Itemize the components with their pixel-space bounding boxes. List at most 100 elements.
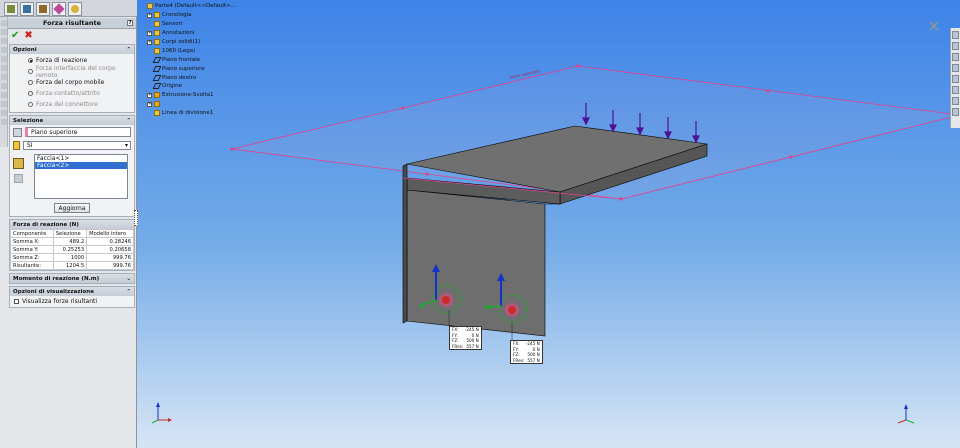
history-icon bbox=[154, 12, 160, 19]
plane-icon bbox=[152, 74, 162, 81]
radio-icon bbox=[28, 58, 33, 63]
expand-icon[interactable]: + bbox=[147, 101, 152, 107]
forum-icon[interactable] bbox=[952, 108, 959, 116]
faces-listbox[interactable]: Faccia<1> Faccia<2> bbox=[34, 154, 128, 199]
feature-icon bbox=[154, 92, 160, 99]
update-button[interactable]: Aggiorna bbox=[54, 203, 90, 213]
expand-icon[interactable]: + bbox=[147, 39, 152, 45]
face-select-icon bbox=[13, 158, 24, 169]
tab-dimxpert[interactable] bbox=[52, 2, 66, 16]
feature-icon bbox=[154, 101, 160, 108]
reaction-force-header[interactable]: Forza di reazione (N) bbox=[10, 220, 134, 229]
display-icon bbox=[71, 5, 79, 13]
table-row: Somma Z: 1000 999.76 bbox=[10, 253, 134, 262]
task-pane-tabs bbox=[950, 28, 960, 128]
force-label-left: FX: -245 N FY: 0 N FZ: 500 N FRes: 557 N bbox=[449, 326, 482, 351]
checkbox[interactable] bbox=[14, 299, 19, 304]
tree-node[interactable]: Piano superiore bbox=[147, 64, 236, 73]
tab-property-manager[interactable] bbox=[20, 2, 34, 16]
view-triad-left bbox=[151, 402, 172, 424]
resources-icon[interactable] bbox=[952, 31, 959, 39]
units-dropdown[interactable]: SI ▾ bbox=[23, 141, 131, 150]
show-resultant-checkbox-row[interactable]: Visualizza forze risultanti bbox=[10, 296, 134, 307]
plane-icon bbox=[152, 56, 162, 63]
options-group: Opzioni ⌃ Forza di reazione Forza interfa… bbox=[9, 44, 135, 113]
tree-node[interactable]: + Corpi solidi(1) bbox=[147, 38, 236, 47]
selection-header[interactable]: Selezione ⌃ bbox=[10, 116, 134, 125]
appearances-icon[interactable] bbox=[952, 75, 959, 83]
ok-cancel-row: ✔ ✖ bbox=[8, 29, 136, 42]
plane-icon bbox=[152, 65, 162, 72]
design-library-icon[interactable] bbox=[952, 42, 959, 50]
tree-node[interactable]: + Cronologia bbox=[147, 11, 236, 20]
tree-node[interactable]: Piano destro bbox=[147, 73, 236, 82]
reaction-moment-group: Momento di reazione (N.m) ⌄ bbox=[9, 273, 135, 284]
expand-icon[interactable]: + bbox=[147, 12, 152, 18]
expand-icon[interactable]: + bbox=[147, 92, 152, 98]
list-item[interactable]: Faccia<1> bbox=[35, 155, 127, 162]
table-row: Somma Y: 0.25253 0.20658 bbox=[10, 245, 134, 254]
view-triad-right bbox=[897, 404, 915, 424]
tree-node[interactable]: Origine bbox=[147, 82, 236, 91]
file-explorer-icon[interactable] bbox=[952, 53, 959, 61]
radio-icon bbox=[28, 80, 33, 85]
reaction-force-table: Componente Selezione Modello intero Somm… bbox=[10, 229, 134, 270]
reaction-moment-header[interactable]: Momento di reazione (N.m) ⌄ bbox=[10, 274, 134, 283]
table-header-row: Componente Selezione Modello intero bbox=[10, 229, 134, 238]
radio-remote-body-force: Forza interfaccia del corpo remoto bbox=[10, 65, 134, 79]
selection-group: Selezione ⌃ Piano superiore SI ▾ Faccia<1>… bbox=[9, 115, 135, 217]
plane-selection-field[interactable]: Piano superiore bbox=[25, 127, 131, 137]
expand-icon[interactable]: ⌄ bbox=[126, 276, 131, 282]
resultant-force-manager: Forza risultante ? ✔ ✖ Opzioni ⌃ Forza di… bbox=[8, 18, 136, 308]
model-view: Piano superiore bbox=[151, 21, 960, 424]
simulation-icon[interactable] bbox=[952, 97, 959, 105]
tree-node[interactable]: Piano frontale bbox=[147, 55, 236, 64]
tree-node[interactable]: + Estrusione-Svolta1 bbox=[147, 91, 236, 100]
radio-icon bbox=[28, 69, 33, 74]
tree-node[interactable]: + bbox=[147, 100, 236, 109]
reaction-force-group: Forza di reazione (N) Componente Selezio… bbox=[9, 219, 135, 271]
radio-free-body-force[interactable]: Forza del corpo mobile bbox=[10, 77, 134, 88]
view-palette-icon[interactable] bbox=[952, 64, 959, 72]
tree-node[interactable]: Linea di divisione1 bbox=[147, 109, 236, 118]
tree-node[interactable]: + Annotazioni bbox=[147, 29, 236, 38]
expand-icon[interactable]: + bbox=[147, 30, 152, 36]
options-header[interactable]: Opzioni ⌃ bbox=[10, 45, 134, 54]
face-tool-icon bbox=[14, 174, 23, 183]
table-row: Risultante: 1204.5 999.76 bbox=[10, 261, 134, 270]
radio-icon bbox=[28, 91, 33, 96]
collapse-icon[interactable]: ⌃ bbox=[126, 118, 131, 124]
plane-select-icon bbox=[13, 127, 22, 137]
panel-title-bar: Forza risultante ? bbox=[8, 18, 136, 29]
manager-tabs bbox=[0, 0, 137, 17]
cancel-button[interactable]: ✖ bbox=[24, 30, 32, 41]
split-line-icon bbox=[154, 110, 160, 117]
bracket-vertical-face bbox=[406, 189, 546, 337]
tab-configuration-manager[interactable] bbox=[36, 2, 50, 16]
ok-button[interactable]: ✔ bbox=[11, 30, 19, 41]
graphics-area[interactable]: Piano superiore FX: -245 N FY: 0 N FZ: 5… bbox=[137, 0, 960, 448]
sensor-icon bbox=[154, 21, 160, 28]
solidworks-window: Piano superiore FX: -245 N FY: 0 N FZ: 5… bbox=[0, 0, 960, 448]
collapse-icon[interactable]: ⌃ bbox=[126, 289, 131, 295]
tree-node[interactable]: Sensori bbox=[147, 20, 236, 29]
feature-tree-flyout: Parte4 (Default<<Default>... + Cronologia… bbox=[147, 2, 236, 118]
custom-properties-icon[interactable] bbox=[952, 86, 959, 94]
dimxpert-icon bbox=[53, 3, 65, 15]
units-icon bbox=[13, 141, 20, 150]
panel-splitter-handle[interactable] bbox=[134, 210, 138, 226]
radio-icon bbox=[28, 102, 33, 107]
page-title: Forza risultante bbox=[42, 19, 102, 27]
tree-node[interactable]: 1060 (Lega) bbox=[147, 46, 236, 55]
table-row: Somma X: 489.2 0.28246 bbox=[10, 237, 134, 246]
part-icon bbox=[147, 3, 153, 10]
bracket-side bbox=[402, 163, 408, 324]
tab-display-manager[interactable] bbox=[68, 2, 82, 16]
annotation-icon bbox=[154, 30, 160, 37]
list-item[interactable]: Faccia<2> bbox=[35, 162, 127, 169]
tab-feature-manager[interactable] bbox=[4, 2, 18, 16]
collapse-icon[interactable]: ⌃ bbox=[126, 47, 131, 53]
tree-root[interactable]: Parte4 (Default<<Default>... bbox=[147, 2, 236, 11]
display-options-header[interactable]: Opzioni di visualizzazione ⌃ bbox=[10, 287, 134, 296]
help-button[interactable]: ? bbox=[127, 20, 133, 26]
